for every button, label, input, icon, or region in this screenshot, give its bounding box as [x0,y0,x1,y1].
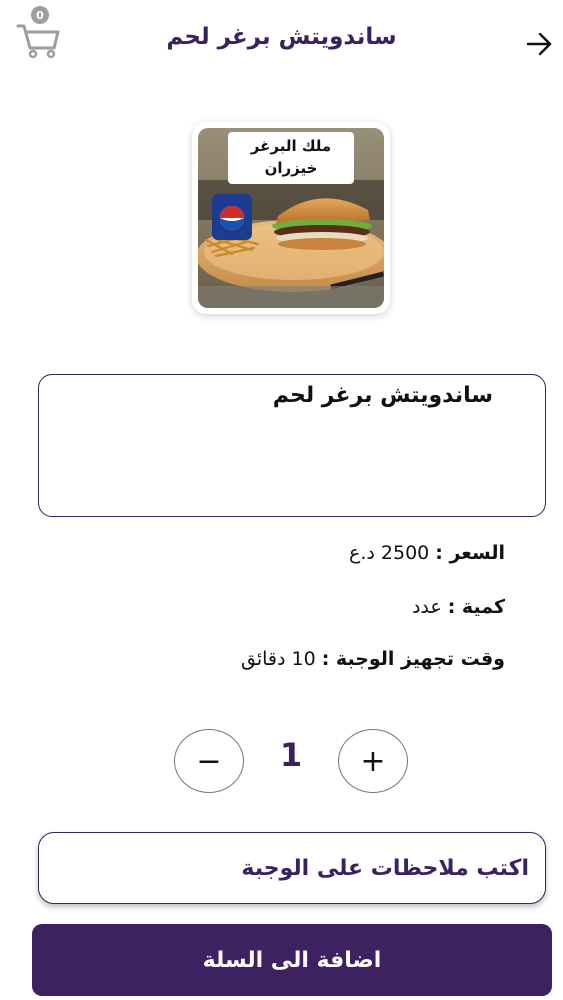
plus-icon: + [360,743,386,779]
price-value: 2500 د.ع [349,542,430,564]
image-caption-line-2: خيزران [264,159,318,177]
cart-button[interactable]: 0 [14,4,66,60]
meal-notes-input[interactable]: اكتب ملاحظات على الوجبة [38,832,546,904]
image-caption-line-1: ملك البرغر [250,137,332,155]
product-image: ملك البرغر خيزران [192,122,390,314]
increase-quantity-button[interactable]: + [338,729,408,793]
product-details-screen: ساندويتش برغر لحم 0 ملك البرغر خيزران سا… [0,0,563,1000]
prep-time-value: 10 دقائق [241,648,316,670]
price-label: السعر : [435,542,505,564]
meal-notes-placeholder: اكتب ملاحظات على الوجبة [241,855,529,881]
price-row: السعر :2500 د.ع [349,542,505,564]
minus-icon: − [196,743,222,779]
add-to-cart-button[interactable]: اضافة الى السلة [32,924,552,996]
prep-time-label: وقت تجهيز الوجبة : [321,648,505,670]
description-box: ساندويتش برغر لحم [38,374,546,517]
prep-time-row: وقت تجهيز الوجبة :10 دقائق [241,648,505,670]
cart-count-badge: 0 [31,6,49,24]
add-to-cart-label: اضافة الى السلة [202,947,382,973]
quantity-value: 1 [279,736,303,774]
decrease-quantity-button[interactable]: − [174,729,244,793]
quantity-unit-row: كمية :عدد [412,596,505,618]
product-description: ساندويتش برغر لحم [272,383,493,408]
quantity-unit-value: عدد [411,596,442,618]
image-caption: ملك البرغر خيزران [228,132,354,184]
page-title: ساندويتش برغر لحم [166,24,397,50]
quantity-label: كمية : [447,596,505,618]
